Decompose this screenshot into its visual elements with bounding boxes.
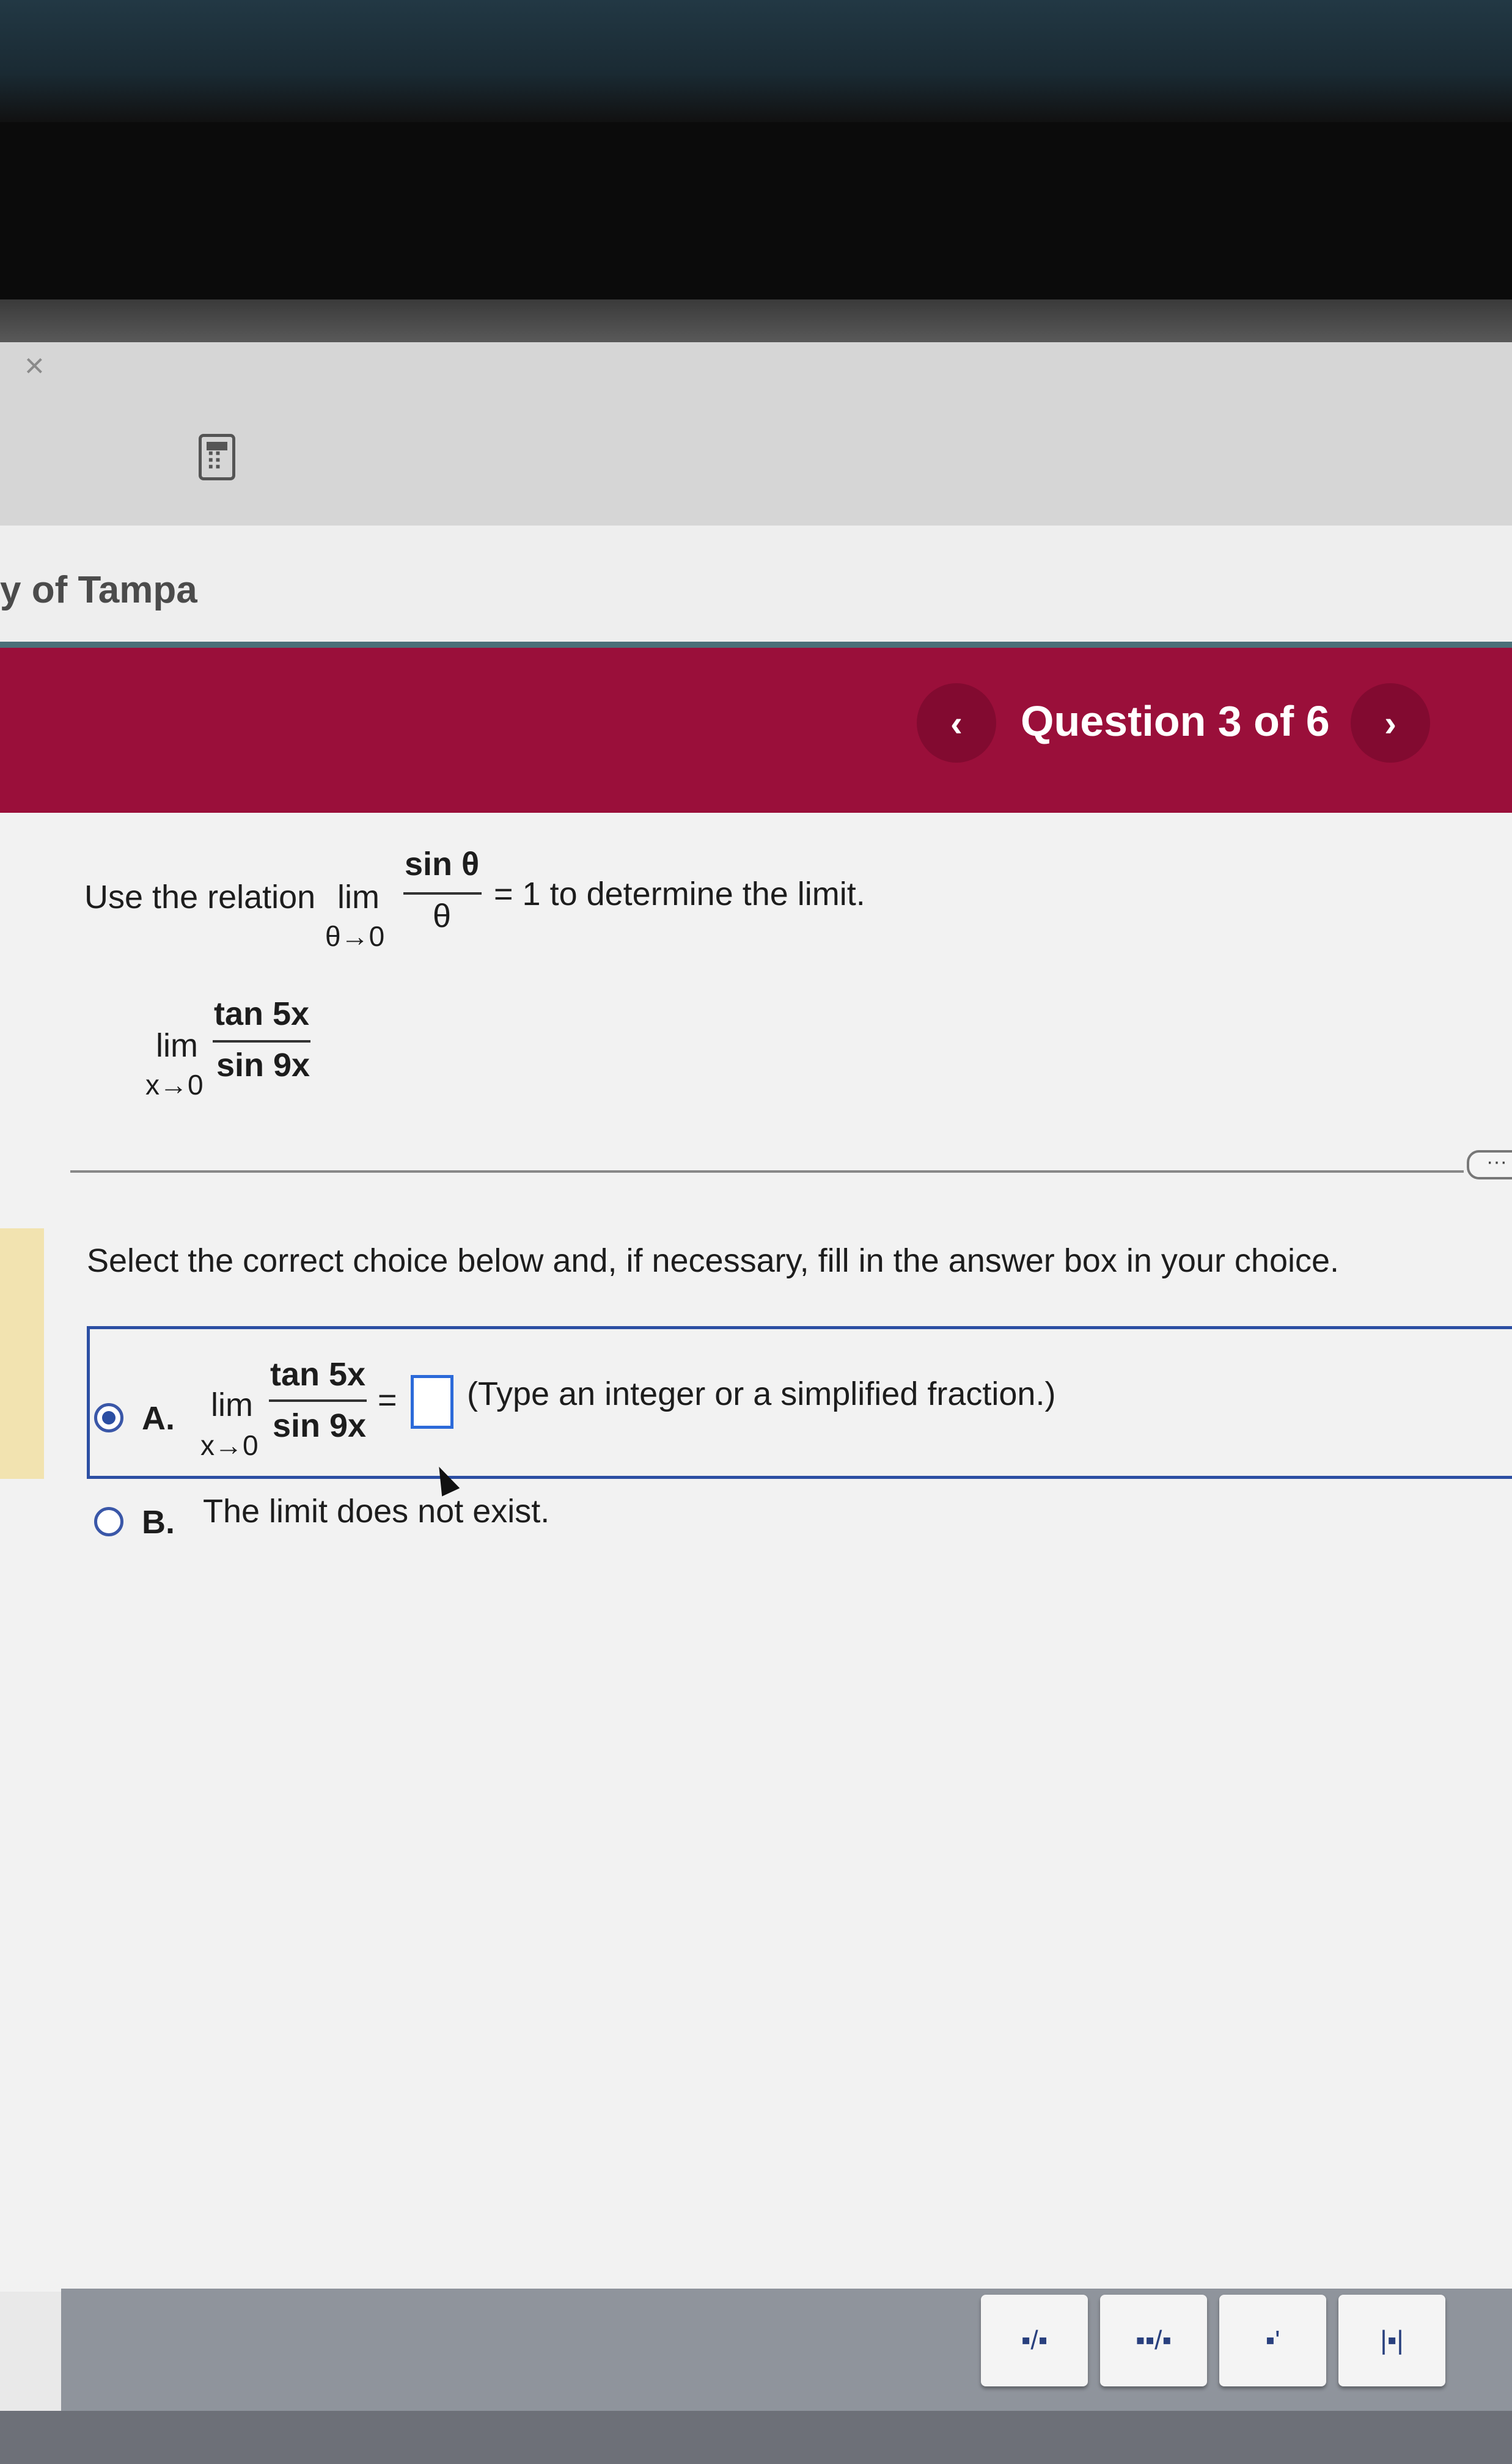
monitor-edge	[0, 122, 1512, 306]
absolute-value-icon: |▪|	[1380, 2325, 1404, 2355]
answer-input[interactable]	[411, 1375, 453, 1429]
choice-a-equals: =	[378, 1382, 397, 1418]
expression-fraction-bar	[213, 1040, 310, 1043]
previous-question-button[interactable]: ‹	[917, 683, 996, 763]
prompt-prefix: Use the relation	[84, 879, 316, 915]
school-name: y of Tampa	[0, 569, 197, 611]
expression-numerator: tan 5x	[214, 996, 310, 1032]
exponent-button[interactable]: ▪'	[1219, 2295, 1326, 2386]
expression-lim-subscript: x→0	[145, 1069, 204, 1101]
question-panel	[0, 813, 1512, 2292]
calculator-icon[interactable]	[199, 434, 235, 480]
choice-b-text: The limit does not exist.	[203, 1493, 550, 1530]
prompt-denominator: θ	[433, 898, 452, 934]
mixed-number-button[interactable]: ▪▪/▪	[1100, 2295, 1207, 2386]
prompt-fraction-bar	[403, 892, 482, 895]
prompt-suffix: = 1 to determine the limit.	[494, 876, 865, 912]
prompt-lim-subscript: θ→0	[325, 920, 385, 952]
next-question-button[interactable]: ›	[1351, 683, 1430, 763]
school-header	[0, 526, 1512, 648]
choice-a-hint: (Type an integer or a simplified fractio…	[467, 1376, 1056, 1412]
choice-a-lim: lim	[211, 1387, 253, 1423]
choice-b-letter: B.	[142, 1504, 175, 1541]
choice-a-radio[interactable]	[94, 1403, 123, 1432]
more-button[interactable]: ···	[1467, 1150, 1512, 1179]
exponent-icon: ▪'	[1265, 2325, 1280, 2355]
expression-lim: lim	[156, 1027, 198, 1064]
instructions: Select the correct choice below and, if …	[87, 1242, 1340, 1279]
monitor-bezel	[0, 0, 1512, 122]
choice-a-lim-subscript: x→0	[200, 1429, 259, 1461]
expression-denominator: sin 9x	[216, 1047, 310, 1084]
section-divider	[70, 1170, 1464, 1173]
prompt-lim: lim	[337, 879, 380, 915]
close-icon[interactable]: ×	[24, 345, 45, 385]
fraction-button[interactable]: ▪/▪	[981, 2295, 1088, 2386]
choice-a-numerator: tan 5x	[270, 1356, 366, 1393]
question-counter: Question 3 of 6	[1021, 697, 1330, 745]
prompt-numerator: sin θ	[405, 846, 480, 882]
fraction-icon: ▪/▪	[1021, 2325, 1048, 2355]
choice-a-letter: A.	[142, 1400, 175, 1437]
side-marker	[0, 1228, 44, 1479]
choice-a-fraction-bar	[269, 1399, 367, 1402]
screen-bottom	[0, 2411, 1512, 2464]
absolute-value-button[interactable]: |▪|	[1338, 2295, 1445, 2386]
choice-b-radio[interactable]	[94, 1507, 123, 1536]
choice-a-denominator: sin 9x	[273, 1407, 367, 1444]
mixed-number-icon: ▪▪/▪	[1135, 2325, 1172, 2355]
